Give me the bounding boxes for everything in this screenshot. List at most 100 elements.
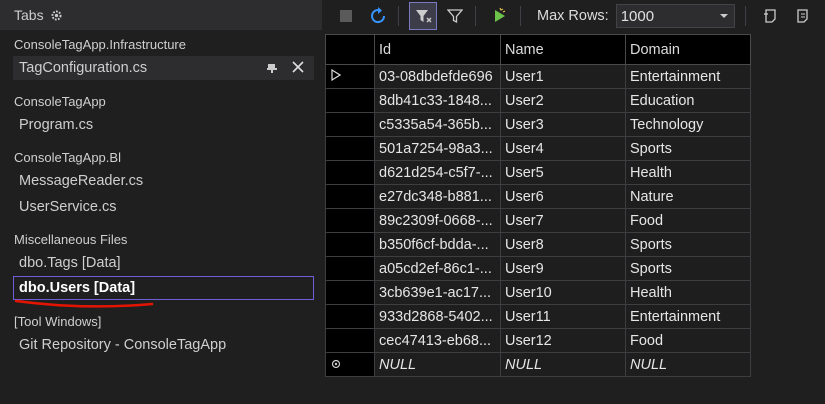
tabs-panel: Tabs ConsoleTagApp.Infrastructure TagCon…	[0, 0, 322, 404]
cell-domain[interactable]: Sports	[625, 232, 751, 257]
tab-item-dbo-users[interactable]: dbo.Users [Data]	[13, 276, 314, 300]
red-annotation-underline	[14, 299, 154, 308]
null-cell[interactable]: NULL	[625, 352, 751, 377]
cell-name[interactable]: User7	[500, 208, 626, 233]
cell-name[interactable]: User5	[500, 160, 626, 185]
cell-id[interactable]: 8db41c33-1848...	[374, 88, 501, 113]
tab-item-userservice[interactable]: UserService.cs	[13, 195, 314, 219]
cell-id[interactable]: 501a7254-98a3...	[374, 136, 501, 161]
row-selector[interactable]	[325, 280, 375, 305]
cell-name[interactable]: User12	[500, 328, 626, 353]
cell-domain[interactable]: Sports	[625, 256, 751, 281]
table-row[interactable]: e27dc348-b881... User6 Nature	[325, 184, 751, 209]
max-rows-label: Max Rows:	[537, 8, 609, 24]
cell-id[interactable]: b350f6cf-bdda-...	[374, 232, 501, 257]
tab-item-label: dbo.Users [Data]	[19, 280, 136, 296]
cell-id[interactable]: e27dc348-b881...	[374, 184, 501, 209]
cell-domain[interactable]: Food	[625, 328, 751, 353]
cell-domain[interactable]: Nature	[625, 184, 751, 209]
filter-sort-icon[interactable]	[409, 2, 437, 30]
tab-item-git-repository[interactable]: Git Repository - ConsoleTagApp	[13, 333, 314, 357]
cell-domain[interactable]: Sports	[625, 136, 751, 161]
cell-id[interactable]: 933d2868-5402...	[374, 304, 501, 329]
tabs-title: Tabs	[14, 7, 44, 23]
table-row[interactable]: 89c2309f-0668-... User7 Food	[325, 208, 751, 233]
row-selector[interactable]	[325, 304, 375, 329]
tab-item-program[interactable]: Program.cs	[13, 113, 314, 137]
table-row[interactable]: 03-08dbdefde696 User1 Entertainment	[325, 64, 751, 89]
column-header-domain[interactable]: Domain	[625, 34, 751, 65]
app-window: Tabs ConsoleTagApp.Infrastructure TagCon…	[0, 0, 825, 404]
tab-item-label: Git Repository - ConsoleTagApp	[19, 337, 227, 353]
cell-name[interactable]: User3	[500, 112, 626, 137]
row-selector[interactable]	[325, 88, 375, 113]
max-rows-select[interactable]: 1000	[615, 4, 735, 28]
row-selector[interactable]	[325, 232, 375, 257]
cell-domain[interactable]: Food	[625, 208, 751, 233]
filter-icon[interactable]	[441, 2, 469, 30]
cell-name[interactable]: User4	[500, 136, 626, 161]
cell-domain[interactable]: Technology	[625, 112, 751, 137]
refresh-icon[interactable]	[364, 2, 392, 30]
cell-id[interactable]: 3cb639e1-ac17...	[374, 280, 501, 305]
cell-id[interactable]: cec47413-eb68...	[374, 328, 501, 353]
table-row[interactable]: c5335a54-365b... User3 Technology	[325, 112, 751, 137]
row-selector[interactable]	[325, 208, 375, 233]
script-icon[interactable]	[756, 2, 784, 30]
cell-name[interactable]: User10	[500, 280, 626, 305]
run-script-icon[interactable]	[486, 2, 514, 30]
row-selector[interactable]	[325, 184, 375, 209]
cell-id[interactable]: c5335a54-365b...	[374, 112, 501, 137]
cell-id[interactable]: a05cd2ef-86c1-...	[374, 256, 501, 281]
cell-id[interactable]: 03-08dbdefde696	[374, 64, 501, 89]
table-row[interactable]: d621d254-c5f7-... User5 Health	[325, 160, 751, 185]
cell-name[interactable]: User6	[500, 184, 626, 209]
tab-item-dbo-tags[interactable]: dbo.Tags [Data]	[13, 251, 314, 275]
row-selector[interactable]	[325, 112, 375, 137]
new-row[interactable]: NULL NULL NULL	[325, 352, 751, 377]
table-row[interactable]: cec47413-eb68... User12 Food	[325, 328, 751, 353]
cell-domain[interactable]: Entertainment	[625, 304, 751, 329]
table-row[interactable]: b350f6cf-bdda-... User8 Sports	[325, 232, 751, 257]
tab-item-label: UserService.cs	[19, 199, 117, 215]
cell-name[interactable]: User11	[500, 304, 626, 329]
cell-id[interactable]: d621d254-c5f7-...	[374, 160, 501, 185]
tab-item-messagereader[interactable]: MessageReader.cs	[13, 169, 314, 193]
cell-domain[interactable]: Education	[625, 88, 751, 113]
null-cell[interactable]: NULL	[500, 352, 626, 377]
row-selector[interactable]	[325, 256, 375, 281]
cell-domain[interactable]: Entertainment	[625, 64, 751, 89]
data-toolbar: Max Rows: 1000	[322, 0, 825, 32]
table-row[interactable]: 501a7254-98a3... User4 Sports	[325, 136, 751, 161]
tab-item-tagconfiguration[interactable]: TagConfiguration.cs	[13, 56, 314, 80]
column-header-name[interactable]: Name	[500, 34, 626, 65]
cell-name[interactable]: User8	[500, 232, 626, 257]
stop-icon[interactable]	[332, 2, 360, 30]
table-row[interactable]: 933d2868-5402... User11 Entertainment	[325, 304, 751, 329]
cell-name[interactable]: User1	[500, 64, 626, 89]
gear-icon[interactable]	[50, 8, 64, 22]
script-copy-icon[interactable]	[788, 2, 816, 30]
grid-corner-cell[interactable]	[325, 34, 375, 65]
toolbar-separator	[520, 6, 521, 26]
close-icon[interactable]	[290, 59, 306, 75]
row-selector[interactable]	[325, 328, 375, 353]
cell-name[interactable]: User2	[500, 88, 626, 113]
tabs-header: Tabs	[0, 0, 322, 30]
row-selector[interactable]	[325, 352, 375, 377]
cell-name[interactable]: User9	[500, 256, 626, 281]
row-pointer-icon	[329, 68, 343, 82]
null-cell[interactable]: NULL	[374, 352, 501, 377]
cell-id[interactable]: 89c2309f-0668-...	[374, 208, 501, 233]
table-row[interactable]: 3cb639e1-ac17... User10 Health	[325, 280, 751, 305]
column-header-id[interactable]: Id	[374, 34, 501, 65]
row-selector[interactable]	[325, 160, 375, 185]
toolbar-separator	[475, 6, 476, 26]
table-row[interactable]: 8db41c33-1848... User2 Education	[325, 88, 751, 113]
cell-domain[interactable]: Health	[625, 280, 751, 305]
row-selector[interactable]	[325, 64, 375, 89]
row-selector[interactable]	[325, 136, 375, 161]
table-row[interactable]: a05cd2ef-86c1-... User9 Sports	[325, 256, 751, 281]
cell-domain[interactable]: Health	[625, 160, 751, 185]
pin-icon[interactable]	[264, 59, 280, 75]
